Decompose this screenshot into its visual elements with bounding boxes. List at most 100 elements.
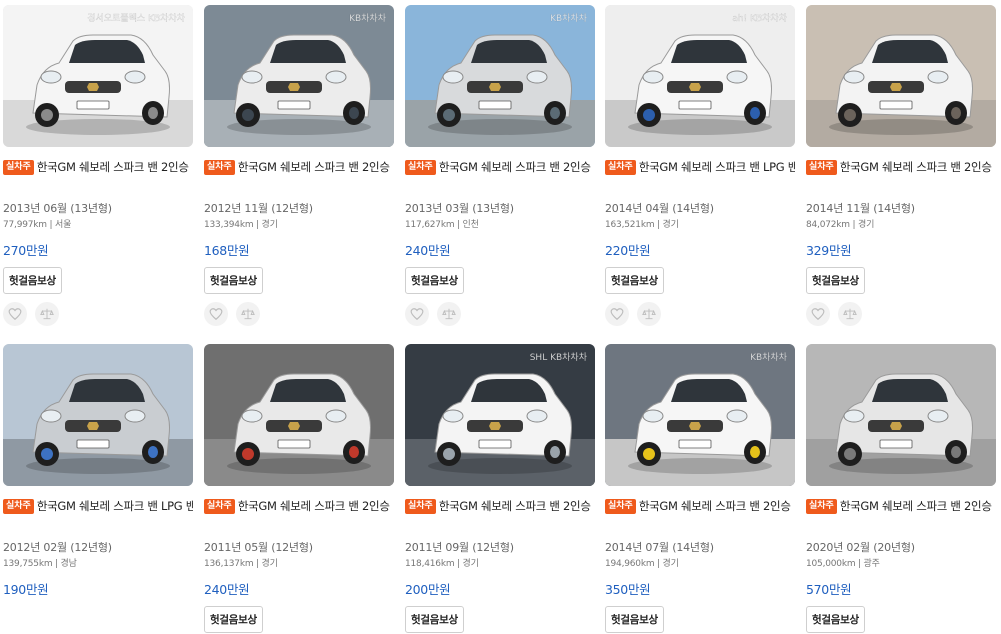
car-price: 200만원	[405, 582, 451, 597]
car-logo	[288, 83, 300, 91]
title-row[interactable]: 실차주 한국GM 쉐보레 스파크 밴 2인승 밴	[204, 496, 394, 516]
compare-button[interactable]	[236, 302, 260, 326]
car-year: 2014년 07월 (14년형)	[605, 541, 714, 554]
wasted-trip-compensation-button[interactable]: 헛걸음보상	[3, 267, 62, 294]
compare-button[interactable]	[637, 302, 661, 326]
wasted-trip-compensation-button[interactable]: 헛걸음보상	[605, 267, 664, 294]
car-title[interactable]: 한국GM 쉐보레 스파크 밴 2인승 밴	[238, 159, 394, 175]
favorite-button[interactable]	[605, 302, 629, 326]
wasted-trip-compensation-button[interactable]: 헛걸음보상	[806, 267, 865, 294]
car-photo[interactable]: KB차차차	[204, 5, 394, 147]
car-title[interactable]: 한국GM 쉐보레 스파크 밴 2인승 밴	[840, 159, 996, 175]
car-title[interactable]: 한국GM 쉐보레 스파크 밴 2인승 밴	[439, 498, 595, 514]
car-windshield	[872, 379, 948, 402]
compare-button[interactable]	[437, 302, 461, 326]
car-windshield	[471, 40, 547, 63]
car-year: 2014년 11월 (14년형)	[806, 202, 915, 215]
compare-button[interactable]	[35, 302, 59, 326]
wasted-trip-compensation-button[interactable]: 헛걸음보상	[204, 606, 263, 633]
listing-card[interactable]: 실차주 한국GM 쉐보레 스파크 밴 LPG 밴 2012년 02월 (12년형…	[3, 344, 193, 597]
favorite-button[interactable]	[405, 302, 429, 326]
favorite-button[interactable]	[806, 302, 830, 326]
car-illustration	[806, 5, 996, 147]
wheel-hub	[242, 109, 254, 121]
car-mileage-region: 118,416km | 경기	[405, 559, 479, 569]
title-row[interactable]: 실차주 한국GM 쉐보레 스파크 밴 2인승 밴	[405, 496, 595, 516]
wasted-trip-compensation-button[interactable]: 헛걸음보상	[204, 267, 263, 294]
title-row[interactable]: 실차주 한국GM 쉐보레 스파크 밴 2인승 밴	[3, 157, 193, 177]
car-photo[interactable]: SHL KB차차차	[405, 344, 595, 486]
listing-card[interactable]: SHL KB차차차 실차주 한국GM 쉐보레 스파크 밴 2인승 밴 2011년…	[405, 344, 595, 633]
car-illustration: ah! KB차차차	[605, 5, 795, 147]
car-illustration: KB차차차	[204, 5, 394, 147]
car-headlight	[526, 409, 548, 423]
car-title[interactable]: 한국GM 쉐보레 스파크 밴 2인승 밴	[840, 498, 996, 514]
wheel-hub	[844, 448, 856, 460]
car-title[interactable]: 한국GM 쉐보레 스파크 밴 2인승 밴	[238, 498, 394, 514]
car-windshield	[671, 379, 747, 402]
favorite-button[interactable]	[3, 302, 27, 326]
title-row[interactable]: 실차주 한국GM 쉐보레 스파크 밴 2인승 밴	[204, 157, 394, 177]
listing-card[interactable]: 실차주 한국GM 쉐보레 스파크 밴 2인승 밴 2020년 02월 (20년형…	[806, 344, 996, 633]
car-price: 350만원	[605, 582, 651, 597]
title-row[interactable]: 실차주 한국GM 쉐보레 스파크 밴 2인승 밴	[405, 157, 595, 177]
title-row[interactable]: 실차주 한국GM 쉐보레 스파크 밴 2인승 밴	[605, 496, 795, 516]
owner-badge: 실차주	[204, 498, 235, 514]
car-mileage-region: 105,000km | 광주	[806, 559, 880, 569]
car-title[interactable]: 한국GM 쉐보레 스파크 밴 LPG 밴	[639, 159, 795, 175]
car-illustration: 경서오토플렉스 KB차차차	[3, 5, 193, 147]
listing-card[interactable]: ah! KB차차차 실차주 한국GM 쉐보레 스파크 밴 LPG 밴 2014년…	[605, 5, 795, 326]
license-plate	[879, 439, 913, 449]
title-row[interactable]: 실차주 한국GM 쉐보레 스파크 밴 LPG 밴	[3, 496, 193, 516]
car-photo[interactable]: KB차차차	[605, 344, 795, 486]
car-headlight	[927, 409, 949, 423]
wheel-hub	[750, 446, 760, 458]
dealer-watermark: SHL KB차차차	[530, 351, 588, 363]
car-title[interactable]: 한국GM 쉐보레 스파크 밴 LPG 밴	[37, 498, 193, 514]
wasted-trip-compensation-button[interactable]: 헛걸음보상	[405, 267, 464, 294]
car-headlight	[526, 70, 548, 84]
car-logo	[87, 83, 99, 91]
license-plate	[879, 100, 913, 110]
listing-card[interactable]: 경서오토플렉스 KB차차차 실차주 한국GM 쉐보레 스파크 밴 2인승 밴 2…	[3, 5, 193, 326]
wheel-hub	[643, 109, 655, 121]
title-row[interactable]: 실차주 한국GM 쉐보레 스파크 밴 2인승 밴	[806, 157, 996, 177]
listing-card[interactable]: KB차차차 실차주 한국GM 쉐보레 스파크 밴 2인승 밴 2014년 07월…	[605, 344, 795, 633]
wheel-hub	[951, 107, 961, 119]
listing-card[interactable]: 실차주 한국GM 쉐보레 스파크 밴 2인승 밴 2014년 11월 (14년형…	[806, 5, 996, 326]
car-title[interactable]: 한국GM 쉐보레 스파크 밴 2인승 밴	[37, 159, 193, 175]
title-row[interactable]: 실차주 한국GM 쉐보레 스파크 밴 LPG 밴	[605, 157, 795, 177]
heart-icon	[8, 308, 22, 321]
car-photo[interactable]: KB차차차	[405, 5, 595, 147]
heart-icon	[811, 308, 825, 321]
car-logo	[87, 422, 99, 430]
car-windshield	[69, 379, 145, 402]
car-photo[interactable]: 경서오토플렉스 KB차차차	[3, 5, 193, 147]
car-photo[interactable]	[3, 344, 193, 486]
owner-badge: 실차주	[405, 159, 436, 175]
wasted-trip-compensation-button[interactable]: 헛걸음보상	[806, 606, 865, 633]
wheel-hub	[148, 446, 158, 458]
car-year: 2012년 02월 (12년형)	[3, 541, 112, 554]
car-title[interactable]: 한국GM 쉐보레 스파크 밴 2인승 밴	[639, 498, 795, 514]
compare-button[interactable]	[838, 302, 862, 326]
listing-card[interactable]: KB차차차 실차주 한국GM 쉐보레 스파크 밴 2인승 밴 2013년 03월…	[405, 5, 595, 326]
car-year: 2012년 11월 (12년형)	[204, 202, 313, 215]
car-photo[interactable]	[806, 344, 996, 486]
wasted-trip-compensation-button[interactable]: 헛걸음보상	[605, 606, 664, 633]
listing-card[interactable]: 실차주 한국GM 쉐보레 스파크 밴 2인승 밴 2011년 05월 (12년형…	[204, 344, 394, 633]
listing-card[interactable]: KB차차차 실차주 한국GM 쉐보레 스파크 밴 2인승 밴 2012년 11월…	[204, 5, 394, 326]
license-plate	[76, 439, 110, 449]
car-price: 190만원	[3, 582, 49, 597]
wasted-trip-compensation-button[interactable]: 헛걸음보상	[405, 606, 464, 633]
car-photo[interactable]	[806, 5, 996, 147]
owner-badge: 실차주	[605, 159, 636, 175]
favorite-button[interactable]	[204, 302, 228, 326]
title-row[interactable]: 실차주 한국GM 쉐보레 스파크 밴 2인승 밴	[806, 496, 996, 516]
car-photo[interactable]: ah! KB차차차	[605, 5, 795, 147]
license-plate	[678, 100, 712, 110]
car-headlight	[442, 409, 464, 423]
car-windshield	[671, 40, 747, 63]
car-photo[interactable]	[204, 344, 394, 486]
car-title[interactable]: 한국GM 쉐보레 스파크 밴 2인승 밴	[439, 159, 595, 175]
